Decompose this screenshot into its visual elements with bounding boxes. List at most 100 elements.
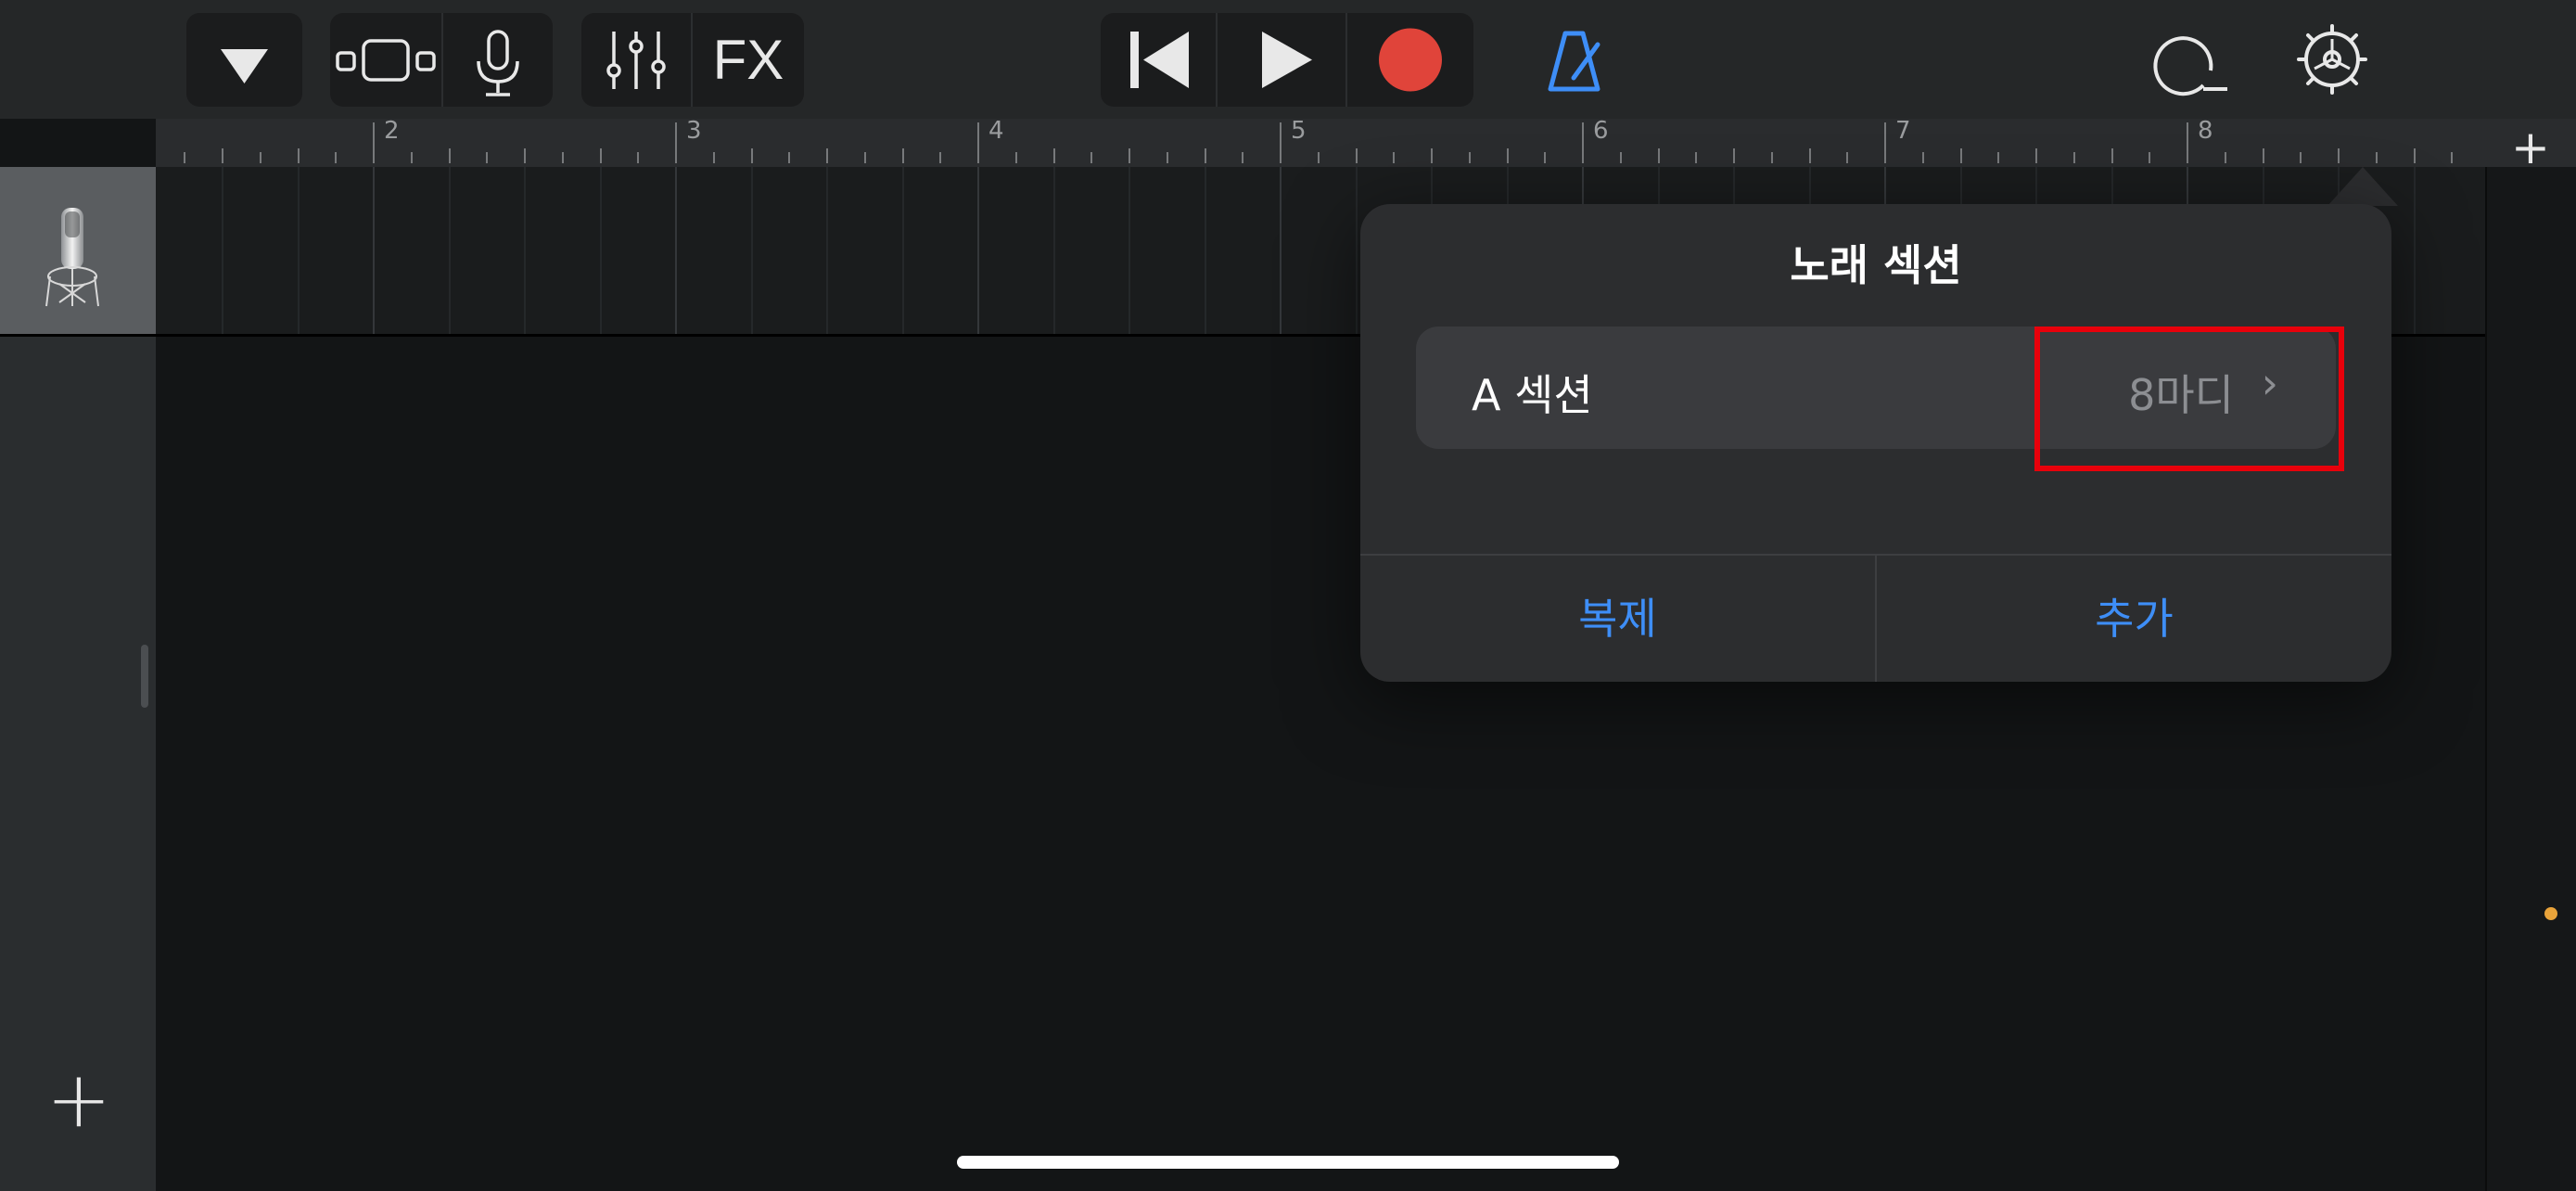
mixer-fx-group: FX	[581, 13, 804, 107]
ruler-bar-label: 6	[1593, 117, 1609, 145]
grid-line	[222, 167, 223, 334]
grid-line	[1052, 167, 1055, 334]
timeline-ruler[interactable]: 2 3 4 5 6 7 8	[156, 117, 2485, 167]
ruler-beat-tick	[1052, 148, 1055, 163]
ruler-beat-tick	[1657, 148, 1660, 163]
ruler-bar-tick	[373, 122, 375, 163]
ruler-beat-tick	[750, 148, 753, 163]
ruler-bar-label: 5	[1291, 117, 1307, 145]
ruler-beat-tick	[1014, 152, 1017, 163]
microphone-icon	[477, 30, 519, 96]
triangle-down-icon	[221, 49, 268, 83]
ruler-beat-tick	[1959, 148, 1962, 163]
grid-line	[373, 167, 375, 334]
add-track-button[interactable]: +	[37, 1054, 121, 1145]
section-name: A 섹션	[1472, 370, 1593, 420]
ruler-beat-tick	[184, 152, 186, 163]
mixer-button[interactable]	[581, 13, 691, 107]
ruler-beat-tick	[1355, 148, 1358, 163]
grid-line	[2413, 167, 2416, 334]
sliders-icon	[606, 32, 666, 89]
ruler-beat-tick	[1997, 152, 2000, 163]
grid-line	[448, 167, 451, 334]
instrument-button[interactable]	[443, 13, 553, 107]
track-header-audio-recorder[interactable]	[0, 167, 156, 334]
track-header-resize-handle[interactable]	[141, 645, 148, 708]
track-view-icon	[336, 39, 436, 82]
ruler-bar-label: 4	[988, 117, 1004, 145]
add-section-button[interactable]: +	[2485, 119, 2576, 174]
grid-line	[297, 167, 300, 334]
add-track-icon: +	[45, 1054, 112, 1145]
fx-button[interactable]: FX	[693, 13, 804, 107]
ruler-bar-label: 3	[686, 117, 702, 145]
ruler-beat-tick	[2451, 152, 2454, 163]
transport-group	[1101, 13, 1473, 107]
ruler-beat-tick	[863, 152, 866, 163]
condenser-microphone-icon	[45, 208, 99, 307]
grid-line	[1129, 167, 1130, 334]
ruler-beat-tick	[2262, 148, 2264, 163]
loop-icon	[2153, 36, 2227, 96]
ruler-beat-tick	[561, 152, 564, 163]
metronome-button[interactable]	[1535, 13, 1613, 107]
ruler-bar-tick	[1884, 122, 1886, 163]
ruler-beat-tick	[2413, 148, 2416, 163]
loop-browser-button[interactable]	[2148, 13, 2231, 107]
ruler-beat-tick	[335, 152, 338, 163]
ruler-beat-tick	[1090, 152, 1093, 163]
grid-line	[1280, 167, 1282, 334]
ruler-beat-tick	[1808, 148, 1811, 163]
grid-line	[675, 167, 677, 334]
ruler-bar-tick	[1280, 122, 1282, 163]
metronome-icon	[1548, 31, 1600, 92]
ruler-beat-tick	[788, 152, 791, 163]
go-to-beginning-button[interactable]	[1101, 13, 1216, 107]
ruler-beat-tick	[712, 152, 715, 163]
right-edge-strip	[2485, 167, 2576, 1191]
ruler-beat-tick	[1733, 148, 1735, 163]
ruler-beat-tick	[2149, 152, 2151, 163]
ruler-bar-label: 8	[2198, 117, 2213, 145]
play-button[interactable]	[1218, 13, 1345, 107]
ruler-bar-tick	[2187, 122, 2188, 163]
ruler-beat-tick	[1468, 152, 1471, 163]
ruler-beat-tick	[1204, 148, 1206, 163]
popover-title: 노래 섹션	[1790, 240, 1962, 290]
ruler-beat-tick	[1431, 148, 1433, 163]
ruler-beat-tick	[939, 152, 942, 163]
highlight-box	[2034, 327, 2344, 471]
view-menu-button[interactable]	[186, 13, 302, 107]
ruler-beat-tick	[1695, 152, 1698, 163]
ruler-beat-tick	[1129, 148, 1130, 163]
ruler-beat-tick	[1242, 152, 1244, 163]
grid-line	[750, 167, 753, 334]
home-indicator	[957, 1156, 1619, 1169]
ruler-bar-tick	[1582, 122, 1584, 163]
ruler-beat-tick	[1846, 152, 1849, 163]
ruler-beat-tick	[1544, 152, 1547, 163]
play-icon	[1262, 32, 1312, 88]
ruler-beat-tick	[297, 148, 300, 163]
grid-line	[977, 167, 979, 334]
add-section-popover-button[interactable]: 추가	[1877, 556, 2391, 682]
ruler-beat-tick	[1393, 152, 1396, 163]
record-button[interactable]	[1347, 13, 1473, 107]
ruler-beat-tick	[1166, 152, 1168, 163]
ruler-beat-tick	[1317, 152, 1320, 163]
popover-arrow	[2327, 167, 2398, 206]
ruler-bar-tick	[675, 122, 677, 163]
grid-line	[524, 167, 526, 334]
track-view-button[interactable]	[330, 13, 441, 107]
settings-button[interactable]	[2290, 13, 2374, 107]
ruler-beat-tick	[486, 152, 489, 163]
ruler-beat-tick	[826, 148, 828, 163]
ruler-beat-tick	[259, 152, 261, 163]
ruler-beat-tick	[2300, 152, 2302, 163]
duplicate-button[interactable]: 복제	[1360, 556, 1875, 682]
playhead-indicator	[2544, 907, 2557, 920]
ruler-beat-tick	[2375, 152, 2378, 163]
grid-line	[901, 167, 904, 334]
gear-icon	[2297, 24, 2367, 95]
ruler-beat-tick	[1619, 152, 1622, 163]
